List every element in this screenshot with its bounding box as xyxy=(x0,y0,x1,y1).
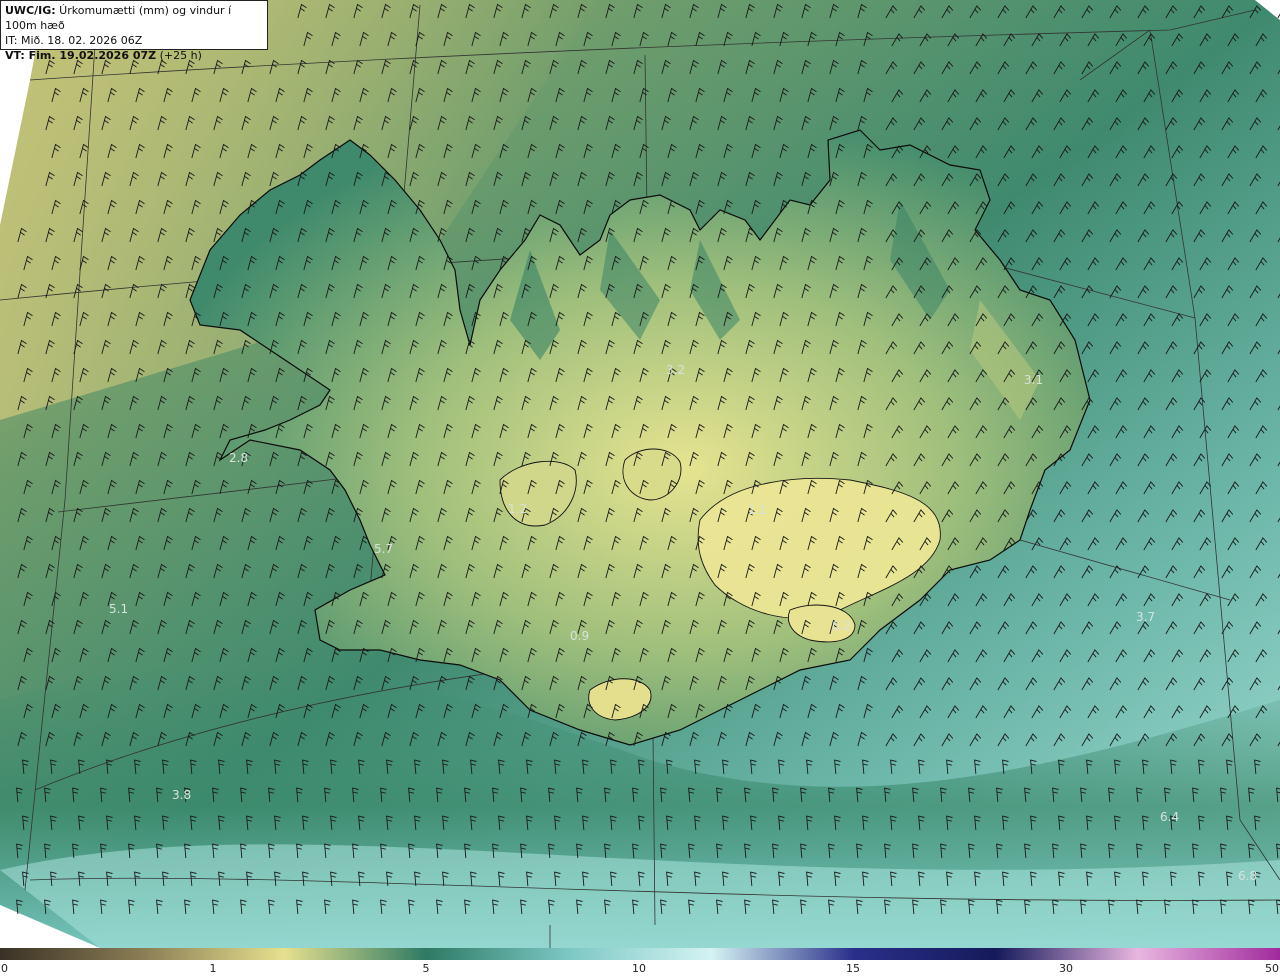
value-label: 2.8 xyxy=(229,451,248,465)
title-line-3: VT: Fim. 19.02.2026 07Z (+25 h) xyxy=(5,48,263,63)
value-label: 5.1 xyxy=(109,602,128,616)
value-label: 6.4 xyxy=(1160,810,1179,824)
colorbar-tick: 10 xyxy=(632,962,646,975)
value-label: 6.8 xyxy=(1238,869,1257,883)
colorbar xyxy=(0,948,1280,960)
value-label: 1.1 xyxy=(748,503,767,517)
value-label: 3.2 xyxy=(666,363,685,377)
colorbar-tick: 15 xyxy=(846,962,860,975)
initial-time: IT: Mið. 18. 02. 2026 06Z xyxy=(5,34,143,47)
colorbar-tick: 5 xyxy=(422,962,430,975)
value-label: 5.7 xyxy=(374,542,393,556)
colorbar-tick: 30 xyxy=(1059,962,1073,975)
colorbar-tick: 1 xyxy=(209,962,217,975)
value-label: 3.7 xyxy=(1136,610,1155,624)
value-label: 3.8 xyxy=(172,788,191,802)
colorbar-tick: 0 xyxy=(1,962,8,975)
valid-time: VT: Fim. 19.02.2026 07Z xyxy=(5,49,157,62)
precipitation-map: 3.2 3.1 2.8 1.2 1.1 5.7 5.1 3.7 0.9 0.2 … xyxy=(0,0,1280,948)
value-label: 0.2 xyxy=(832,619,851,633)
value-label: 0.9 xyxy=(570,629,589,643)
colorbar-tick: 50 xyxy=(1265,962,1279,975)
lead-time: (+25 h) xyxy=(156,49,202,62)
title-line-1: UWC/IG: Úrkomumætti (mm) og vindur í 100… xyxy=(5,3,263,33)
model-code: UWC/IG: xyxy=(5,4,56,17)
map-title-box: UWC/IG: Úrkomumætti (mm) og vindur í 100… xyxy=(0,0,268,62)
value-label: 3.1 xyxy=(1024,373,1043,387)
value-label: 1.2 xyxy=(508,502,527,516)
